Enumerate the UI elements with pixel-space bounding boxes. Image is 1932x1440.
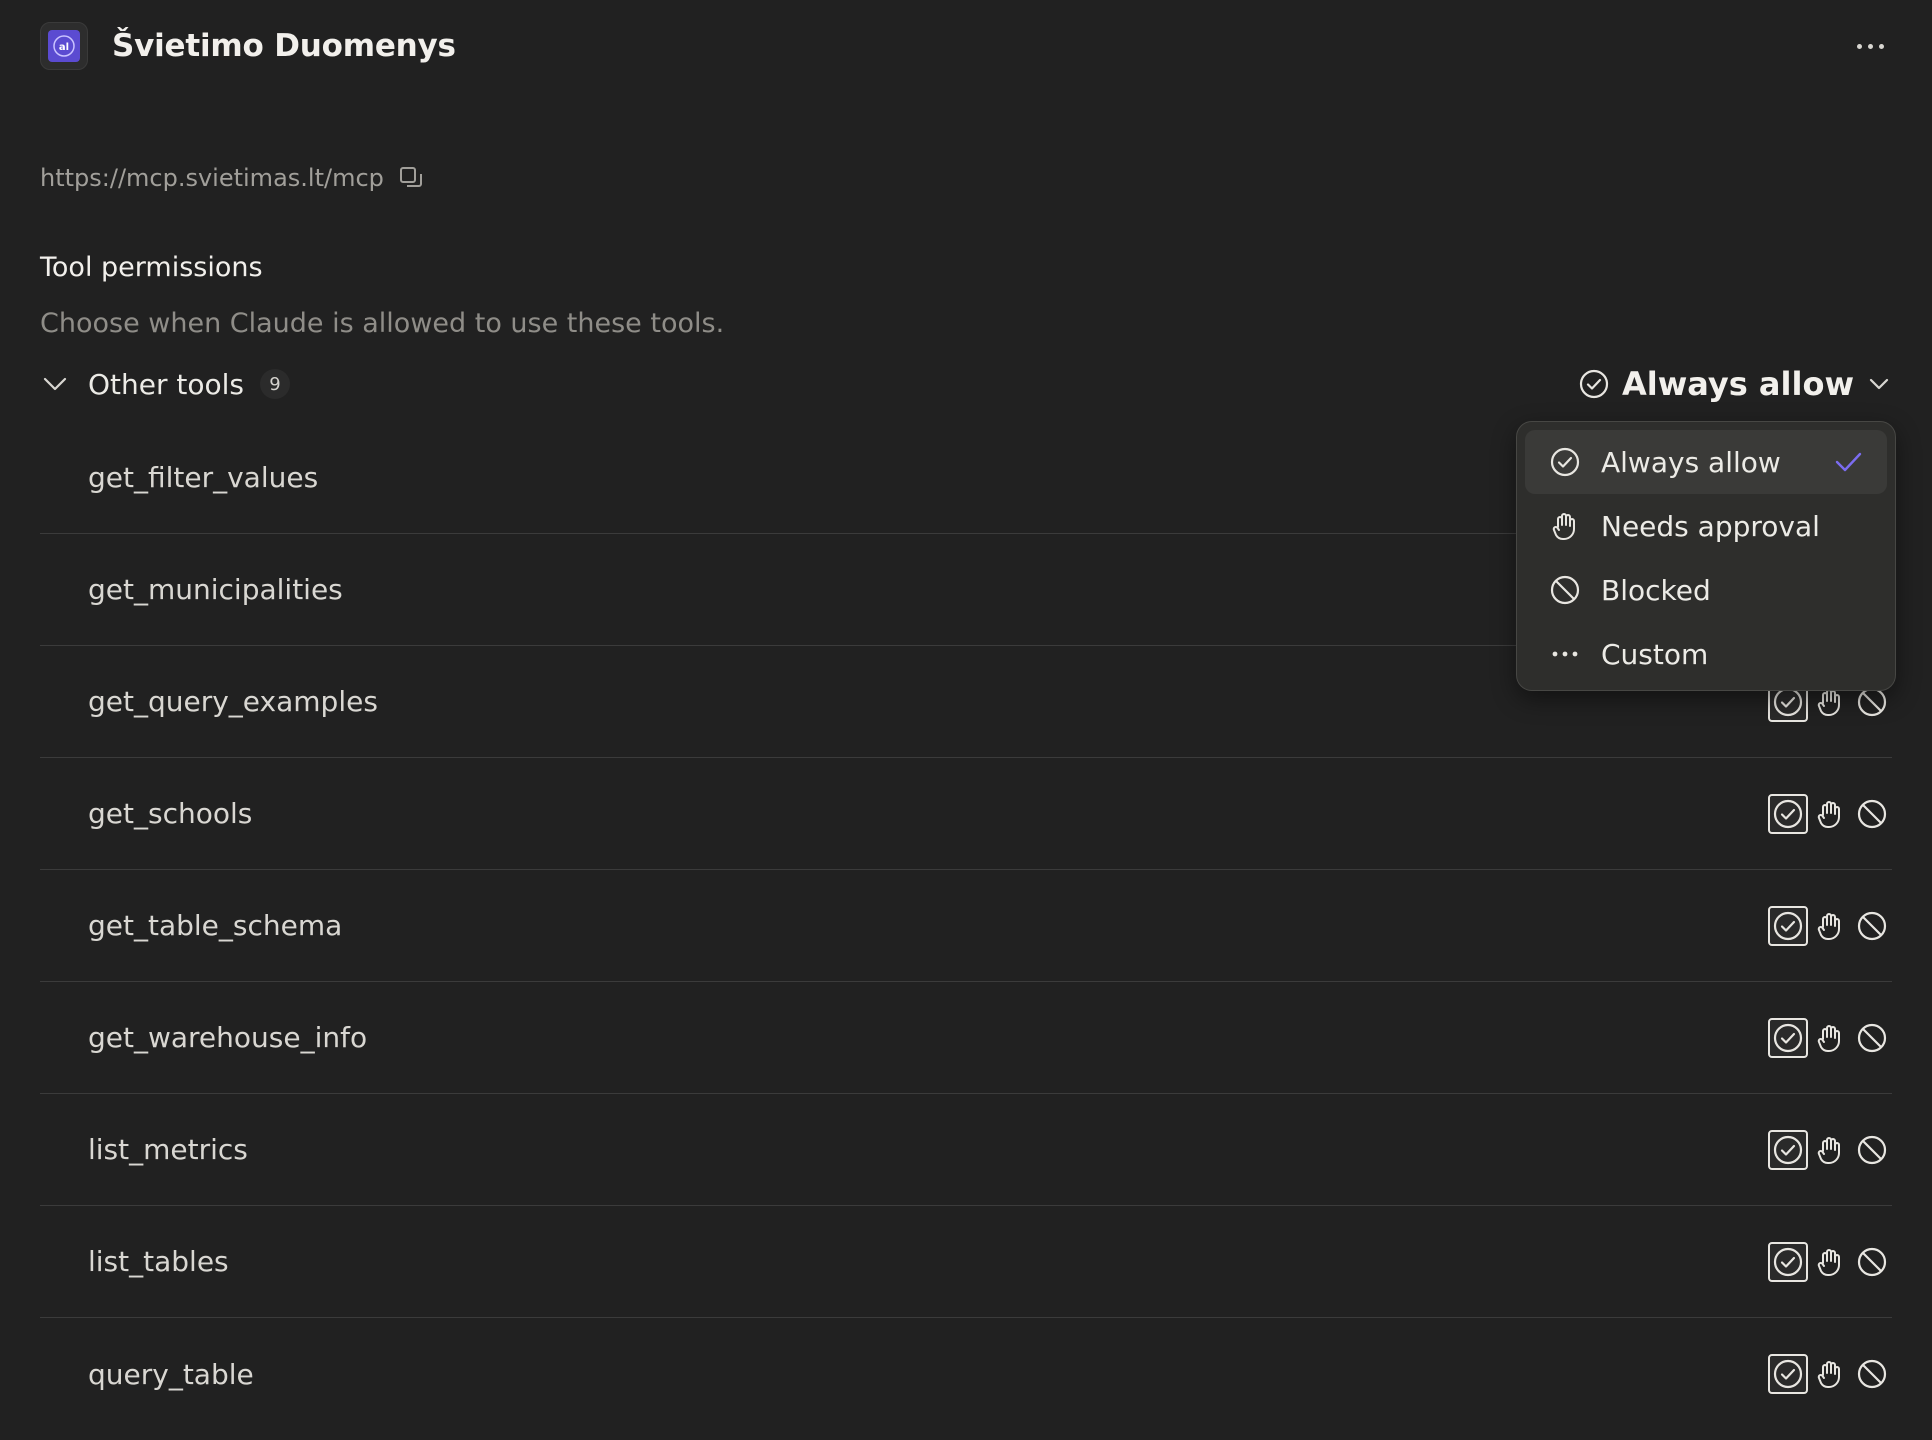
tool-name: get_table_schema xyxy=(88,909,343,942)
hand-icon xyxy=(1814,798,1846,830)
needs-approval-button[interactable] xyxy=(1810,794,1850,834)
dropdown-item[interactable]: Custom xyxy=(1525,622,1887,686)
check-circle-icon xyxy=(1772,1246,1804,1278)
blocked-icon xyxy=(1856,1134,1888,1166)
dropdown-item-label: Blocked xyxy=(1601,573,1711,607)
tool-count-badge: 9 xyxy=(260,369,291,399)
blocked-icon xyxy=(1856,798,1888,830)
tool-group-header: Other tools 9 Always allow xyxy=(40,358,1892,410)
dropdown-item[interactable]: Blocked xyxy=(1525,558,1887,622)
dropdown-item-label: Needs approval xyxy=(1601,509,1820,543)
always-allow-button[interactable] xyxy=(1768,1241,1808,1282)
checkmark-icon xyxy=(1833,447,1863,477)
always-allow-button[interactable] xyxy=(1768,905,1808,946)
dropdown-item-label: Custom xyxy=(1601,637,1709,671)
group-label: Other tools xyxy=(88,367,245,401)
needs-approval-button[interactable] xyxy=(1810,1242,1850,1282)
section-title: Tool permissions xyxy=(40,252,263,283)
check-circle-icon xyxy=(1772,798,1804,830)
tool-name: get_schools xyxy=(88,797,253,830)
hand-icon xyxy=(1814,1358,1846,1390)
copy-icon[interactable] xyxy=(398,165,424,191)
blocked-icon xyxy=(1856,1358,1888,1390)
tool-name: get_warehouse_info xyxy=(88,1021,368,1054)
tool-name: get_query_examples xyxy=(88,685,378,718)
needs-approval-button[interactable] xyxy=(1810,906,1850,946)
hand-icon xyxy=(1814,1246,1846,1278)
always-allow-button[interactable] xyxy=(1768,1354,1808,1394)
permission-toggle-group xyxy=(1768,1241,1892,1282)
tool-name: list_metrics xyxy=(88,1133,248,1166)
more-dot xyxy=(1867,43,1873,49)
check-circle-icon xyxy=(1772,1134,1804,1166)
always-allow-button[interactable] xyxy=(1768,793,1808,834)
permission-toggle-group xyxy=(1768,1017,1892,1058)
more-dot xyxy=(1878,43,1884,49)
chevron-down-icon xyxy=(1866,371,1892,397)
check-circle-icon xyxy=(1772,910,1804,942)
hand-icon xyxy=(1549,510,1581,542)
blocked-button[interactable] xyxy=(1852,794,1892,834)
blocked-button[interactable] xyxy=(1852,1018,1892,1058)
section-description: Choose when Claude is allowed to use the… xyxy=(40,308,725,339)
group-permission-select[interactable]: Always allow xyxy=(1578,365,1892,403)
blocked-icon xyxy=(1856,1246,1888,1278)
tool-row: list_tables xyxy=(40,1206,1892,1318)
page-title: Švietimo Duomenys xyxy=(112,28,456,64)
always-allow-button[interactable] xyxy=(1768,1129,1808,1170)
needs-approval-button[interactable] xyxy=(1810,1018,1850,1058)
dropdown-item-label: Always allow xyxy=(1601,445,1781,479)
app-logo: al xyxy=(40,22,88,70)
tool-name: get_municipalities xyxy=(88,573,343,606)
check-circle-icon xyxy=(1772,1358,1804,1390)
tool-row: get_table_schema xyxy=(40,870,1892,982)
server-url: https://mcp.svietimas.lt/mcp xyxy=(40,164,384,192)
needs-approval-button[interactable] xyxy=(1810,1130,1850,1170)
more-dots-icon xyxy=(1549,638,1581,670)
tool-row: query_table xyxy=(40,1318,1892,1430)
tool-row: get_warehouse_info xyxy=(40,982,1892,1094)
tool-row: list_metrics xyxy=(40,1094,1892,1206)
blocked-button[interactable] xyxy=(1852,1130,1892,1170)
chevron-down-icon[interactable] xyxy=(40,369,70,399)
permission-dropdown-menu: Always allow Needs approval Blocked Custom xyxy=(1516,421,1896,691)
header: al Švietimo Duomenys xyxy=(40,20,1892,72)
check-circle-icon xyxy=(1772,1022,1804,1054)
hand-icon xyxy=(1814,910,1846,942)
blocked-icon xyxy=(1549,574,1581,606)
hand-icon xyxy=(1814,1022,1846,1054)
blocked-button[interactable] xyxy=(1852,1242,1892,1282)
tool-row: get_schools xyxy=(40,758,1892,870)
logo-text: al xyxy=(59,42,69,53)
more-options-button[interactable] xyxy=(1848,24,1892,68)
tool-name: list_tables xyxy=(88,1245,229,1278)
permission-toggle-group xyxy=(1768,1129,1892,1170)
chart-logo-icon: al xyxy=(48,30,80,62)
settings-page: al Švietimo Duomenys https://mcp.svietim… xyxy=(0,0,1932,1440)
check-circle-icon xyxy=(1578,368,1610,400)
permission-toggle-group xyxy=(1768,1354,1892,1394)
dropdown-item[interactable]: Needs approval xyxy=(1525,494,1887,558)
blocked-button[interactable] xyxy=(1852,906,1892,946)
blocked-icon xyxy=(1856,1022,1888,1054)
server-url-row: https://mcp.svietimas.lt/mcp xyxy=(40,164,424,192)
permission-toggle-group xyxy=(1768,793,1892,834)
hand-icon xyxy=(1814,1134,1846,1166)
check-circle-icon xyxy=(1549,446,1581,478)
always-allow-button[interactable] xyxy=(1768,1017,1808,1058)
blocked-button[interactable] xyxy=(1852,1354,1892,1394)
dropdown-item[interactable]: Always allow xyxy=(1525,430,1887,494)
tool-name: get_filter_values xyxy=(88,461,319,494)
more-dot xyxy=(1856,43,1862,49)
blocked-icon xyxy=(1856,910,1888,942)
needs-approval-button[interactable] xyxy=(1810,1354,1850,1394)
permission-toggle-group xyxy=(1768,905,1892,946)
group-permission-label: Always allow xyxy=(1621,365,1854,403)
tool-name: query_table xyxy=(88,1357,254,1391)
